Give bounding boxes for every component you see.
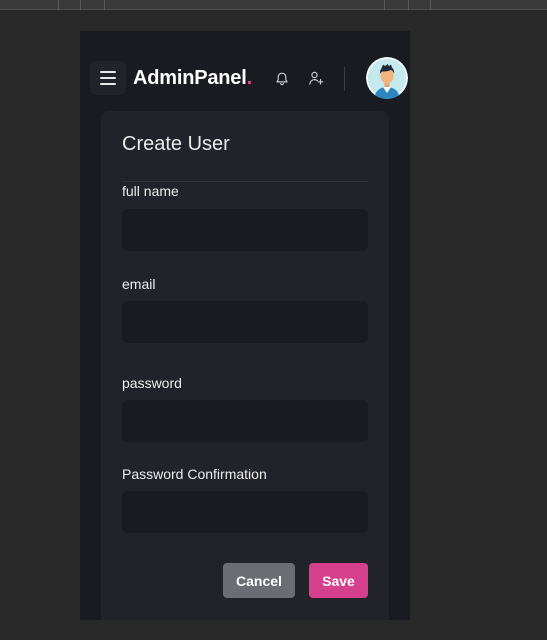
email-input[interactable] (122, 301, 368, 343)
title-divider (122, 181, 368, 182)
app-frame: AdminPanel. Create User full name email … (80, 31, 410, 620)
save-button[interactable]: Save (309, 563, 368, 598)
password-label: password (122, 375, 182, 391)
strip-divider (384, 0, 385, 10)
strip-divider (104, 0, 105, 10)
brand-dot: . (246, 67, 253, 89)
menu-toggle-button[interactable] (90, 61, 126, 95)
full-name-label: full name (122, 183, 179, 199)
password-confirmation-input[interactable] (122, 491, 368, 533)
form-title: Create User (122, 133, 230, 155)
brand-name: AdminPanel (133, 67, 247, 89)
password-input[interactable] (122, 400, 368, 442)
user-avatar[interactable] (366, 57, 408, 99)
strip-divider (80, 0, 81, 10)
hamburger-menu-icon (100, 71, 116, 85)
cancel-button[interactable]: Cancel (223, 563, 295, 598)
user-plus-icon[interactable] (308, 70, 324, 86)
create-user-card: Create User full name email password Pas… (101, 111, 389, 620)
bell-icon[interactable] (274, 71, 290, 87)
email-label: email (122, 276, 156, 292)
header-divider (344, 67, 345, 91)
top-header: AdminPanel. (80, 57, 410, 99)
strip-divider (430, 0, 431, 10)
password-confirmation-label: Password Confirmation (122, 466, 267, 482)
strip-divider (58, 0, 59, 10)
browser-top-strip (0, 0, 547, 10)
brand-logo[interactable]: AdminPanel. (133, 67, 252, 90)
strip-divider (408, 0, 409, 10)
full-name-input[interactable] (122, 209, 368, 251)
